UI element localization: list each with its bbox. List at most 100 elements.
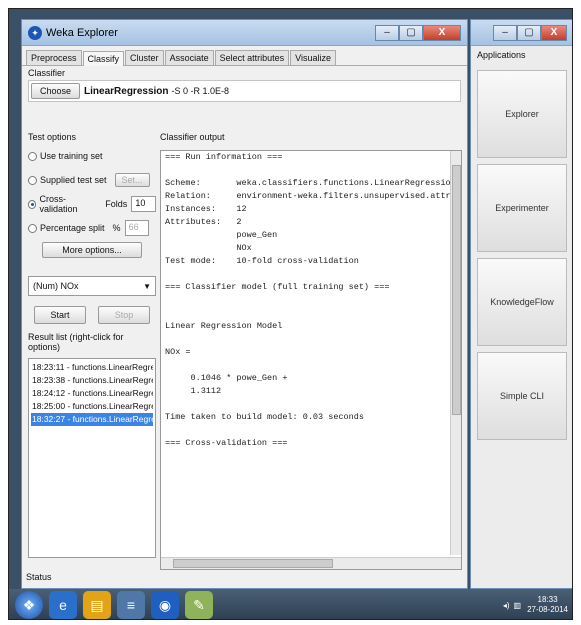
weka-gui-chooser-window: – ▢ X Applications Explorer Experimenter… (470, 19, 572, 589)
close-button[interactable]: X (423, 24, 461, 41)
scroll-thumb[interactable] (452, 165, 461, 415)
more-options-button[interactable]: More options... (42, 242, 142, 258)
left-panel: Test options Use training set Supplied t… (28, 130, 156, 580)
percentage-split-label: Percentage split (40, 223, 105, 233)
output-panel: Classifier output === Run information ==… (160, 130, 462, 572)
network-icon[interactable]: ▥ (514, 601, 522, 610)
tab-preprocess[interactable]: Preprocess (26, 50, 82, 65)
output-line: 0.1046 * powe_Gen + (165, 373, 288, 383)
close-button[interactable]: X (541, 24, 567, 41)
tab-bar: Preprocess Classify Cluster Associate Se… (22, 46, 467, 66)
clock-date: 27-08-2014 (527, 605, 568, 614)
horizontal-scrollbar[interactable] (161, 557, 461, 569)
output-line: Relation: environment-weka.filters.unsup… (165, 191, 461, 201)
window-title: Weka Explorer (46, 26, 118, 39)
use-training-option[interactable]: Use training set (28, 144, 156, 168)
output-line: Scheme: weka.classifiers.functions.Linea… (165, 178, 461, 188)
start-button[interactable]: Start (34, 306, 86, 324)
chevron-down-icon: ▼ (143, 281, 151, 291)
radio-icon[interactable] (28, 151, 37, 161)
scroll-thumb[interactable] (173, 559, 333, 568)
list-item[interactable]: 18:23:11 - functions.LinearRegression (31, 361, 153, 374)
radio-checked-icon[interactable] (28, 199, 37, 209)
knowledgeflow-button[interactable]: KnowledgeFlow (477, 258, 567, 346)
output-line: === Run information === (165, 152, 283, 162)
stop-button[interactable]: Stop (98, 306, 150, 324)
tab-associate[interactable]: Associate (164, 50, 214, 65)
experimenter-button[interactable]: Experimenter (477, 164, 567, 252)
choose-button[interactable]: Choose (31, 83, 81, 99)
list-item[interactable]: 18:23:38 - functions.LinearRegression (31, 374, 153, 387)
classifier-output-text[interactable]: === Run information === Scheme: weka.clas… (160, 150, 462, 570)
folds-label: Folds (105, 199, 128, 209)
simple-cli-button[interactable]: Simple CLI (477, 352, 567, 440)
output-line: powe_Gen (165, 230, 278, 240)
tab-cluster[interactable]: Cluster (125, 50, 164, 65)
percent-sign: % (112, 223, 121, 233)
minimize-button[interactable]: – (493, 24, 517, 41)
radio-icon[interactable] (28, 223, 37, 233)
maximize-button[interactable]: ▢ (517, 24, 541, 41)
list-item[interactable]: 18:25:00 - functions.LinearRegression (31, 400, 153, 413)
cross-validation-option[interactable]: Cross-validation Folds 10 (28, 192, 156, 216)
classifier-field[interactable]: Choose LinearRegression -S 0 -R 1.0E-8 (28, 80, 461, 102)
target-attribute-select[interactable]: (Num) NOx ▼ (28, 276, 156, 296)
tab-visualize[interactable]: Visualize (290, 50, 336, 65)
folds-input[interactable]: 10 (131, 196, 156, 212)
cross-validation-label: Cross-validation (39, 194, 78, 214)
output-lines: === Run information === Scheme: weka.clas… (161, 151, 461, 450)
output-line: Test mode: 10-fold cross-validation (165, 256, 359, 266)
maximize-button[interactable]: ▢ (399, 24, 423, 41)
target-attribute-value: (Num) NOx (33, 281, 79, 291)
tab-select-attributes[interactable]: Select attributes (214, 50, 290, 65)
titlebar: ✦ Weka Explorer – ▢ X (22, 20, 467, 46)
document-icon[interactable]: ≡ (117, 591, 145, 619)
set-button[interactable]: Set... (114, 173, 150, 187)
test-options-label: Test options (28, 132, 77, 142)
result-list-label: Result list (right-click for options) (28, 332, 124, 352)
output-line: 1.3112 (165, 386, 222, 396)
classifier-output-label: Classifier output (160, 132, 225, 142)
output-line: Instances: 12 (165, 204, 247, 214)
supplied-test-option[interactable]: Supplied test set Set... (28, 168, 156, 192)
screen-photo: ✦ Weka Explorer – ▢ X Preprocess Classif… (8, 8, 573, 620)
output-line: NOx = (165, 347, 191, 357)
use-training-label: Use training set (40, 151, 103, 161)
result-list[interactable]: 18:23:11 - functions.LinearRegression 18… (28, 358, 156, 558)
output-line: === Cross-validation === (165, 438, 288, 448)
minimize-button[interactable]: – (375, 24, 399, 41)
percent-input[interactable]: 66 (124, 220, 149, 236)
volume-icon[interactable]: ◂) (503, 601, 510, 610)
system-tray: ◂) ▥ 18:33 27-08-2014 (503, 595, 568, 615)
percentage-split-option[interactable]: Percentage split % 66 (28, 216, 156, 240)
explorer-button[interactable]: Explorer (477, 70, 567, 158)
paint-icon[interactable]: ✎ (185, 591, 213, 619)
internet-explorer-icon[interactable]: e (49, 591, 77, 619)
list-item-selected[interactable]: 18:32:27 - functions.LinearRegression (31, 413, 153, 426)
radio-icon[interactable] (28, 175, 37, 185)
clock[interactable]: 18:33 27-08-2014 (527, 595, 568, 615)
classifier-section-label: Classifier (28, 68, 66, 78)
tab-classify[interactable]: Classify (82, 51, 125, 66)
output-line: NOx (165, 243, 252, 253)
weka-bird-icon: ✦ (28, 25, 42, 40)
output-line: Attributes: 2 (165, 217, 242, 227)
list-item[interactable]: 18:24:12 - functions.LinearRegression (31, 387, 153, 400)
applications-label: Applications (477, 50, 526, 60)
output-line: Time taken to build model: 0.03 seconds (165, 412, 364, 422)
launcher-titlebar: – ▢ X (471, 20, 572, 46)
start-orb-icon[interactable]: ❖ (15, 591, 43, 619)
output-line: Linear Regression Model (165, 321, 283, 331)
weka-icon[interactable]: ◉ (151, 591, 179, 619)
clock-time: 18:33 (537, 595, 558, 604)
vertical-scrollbar[interactable] (450, 151, 461, 555)
folder-icon[interactable]: ▤ (83, 591, 111, 619)
status-label: Status (26, 572, 52, 582)
